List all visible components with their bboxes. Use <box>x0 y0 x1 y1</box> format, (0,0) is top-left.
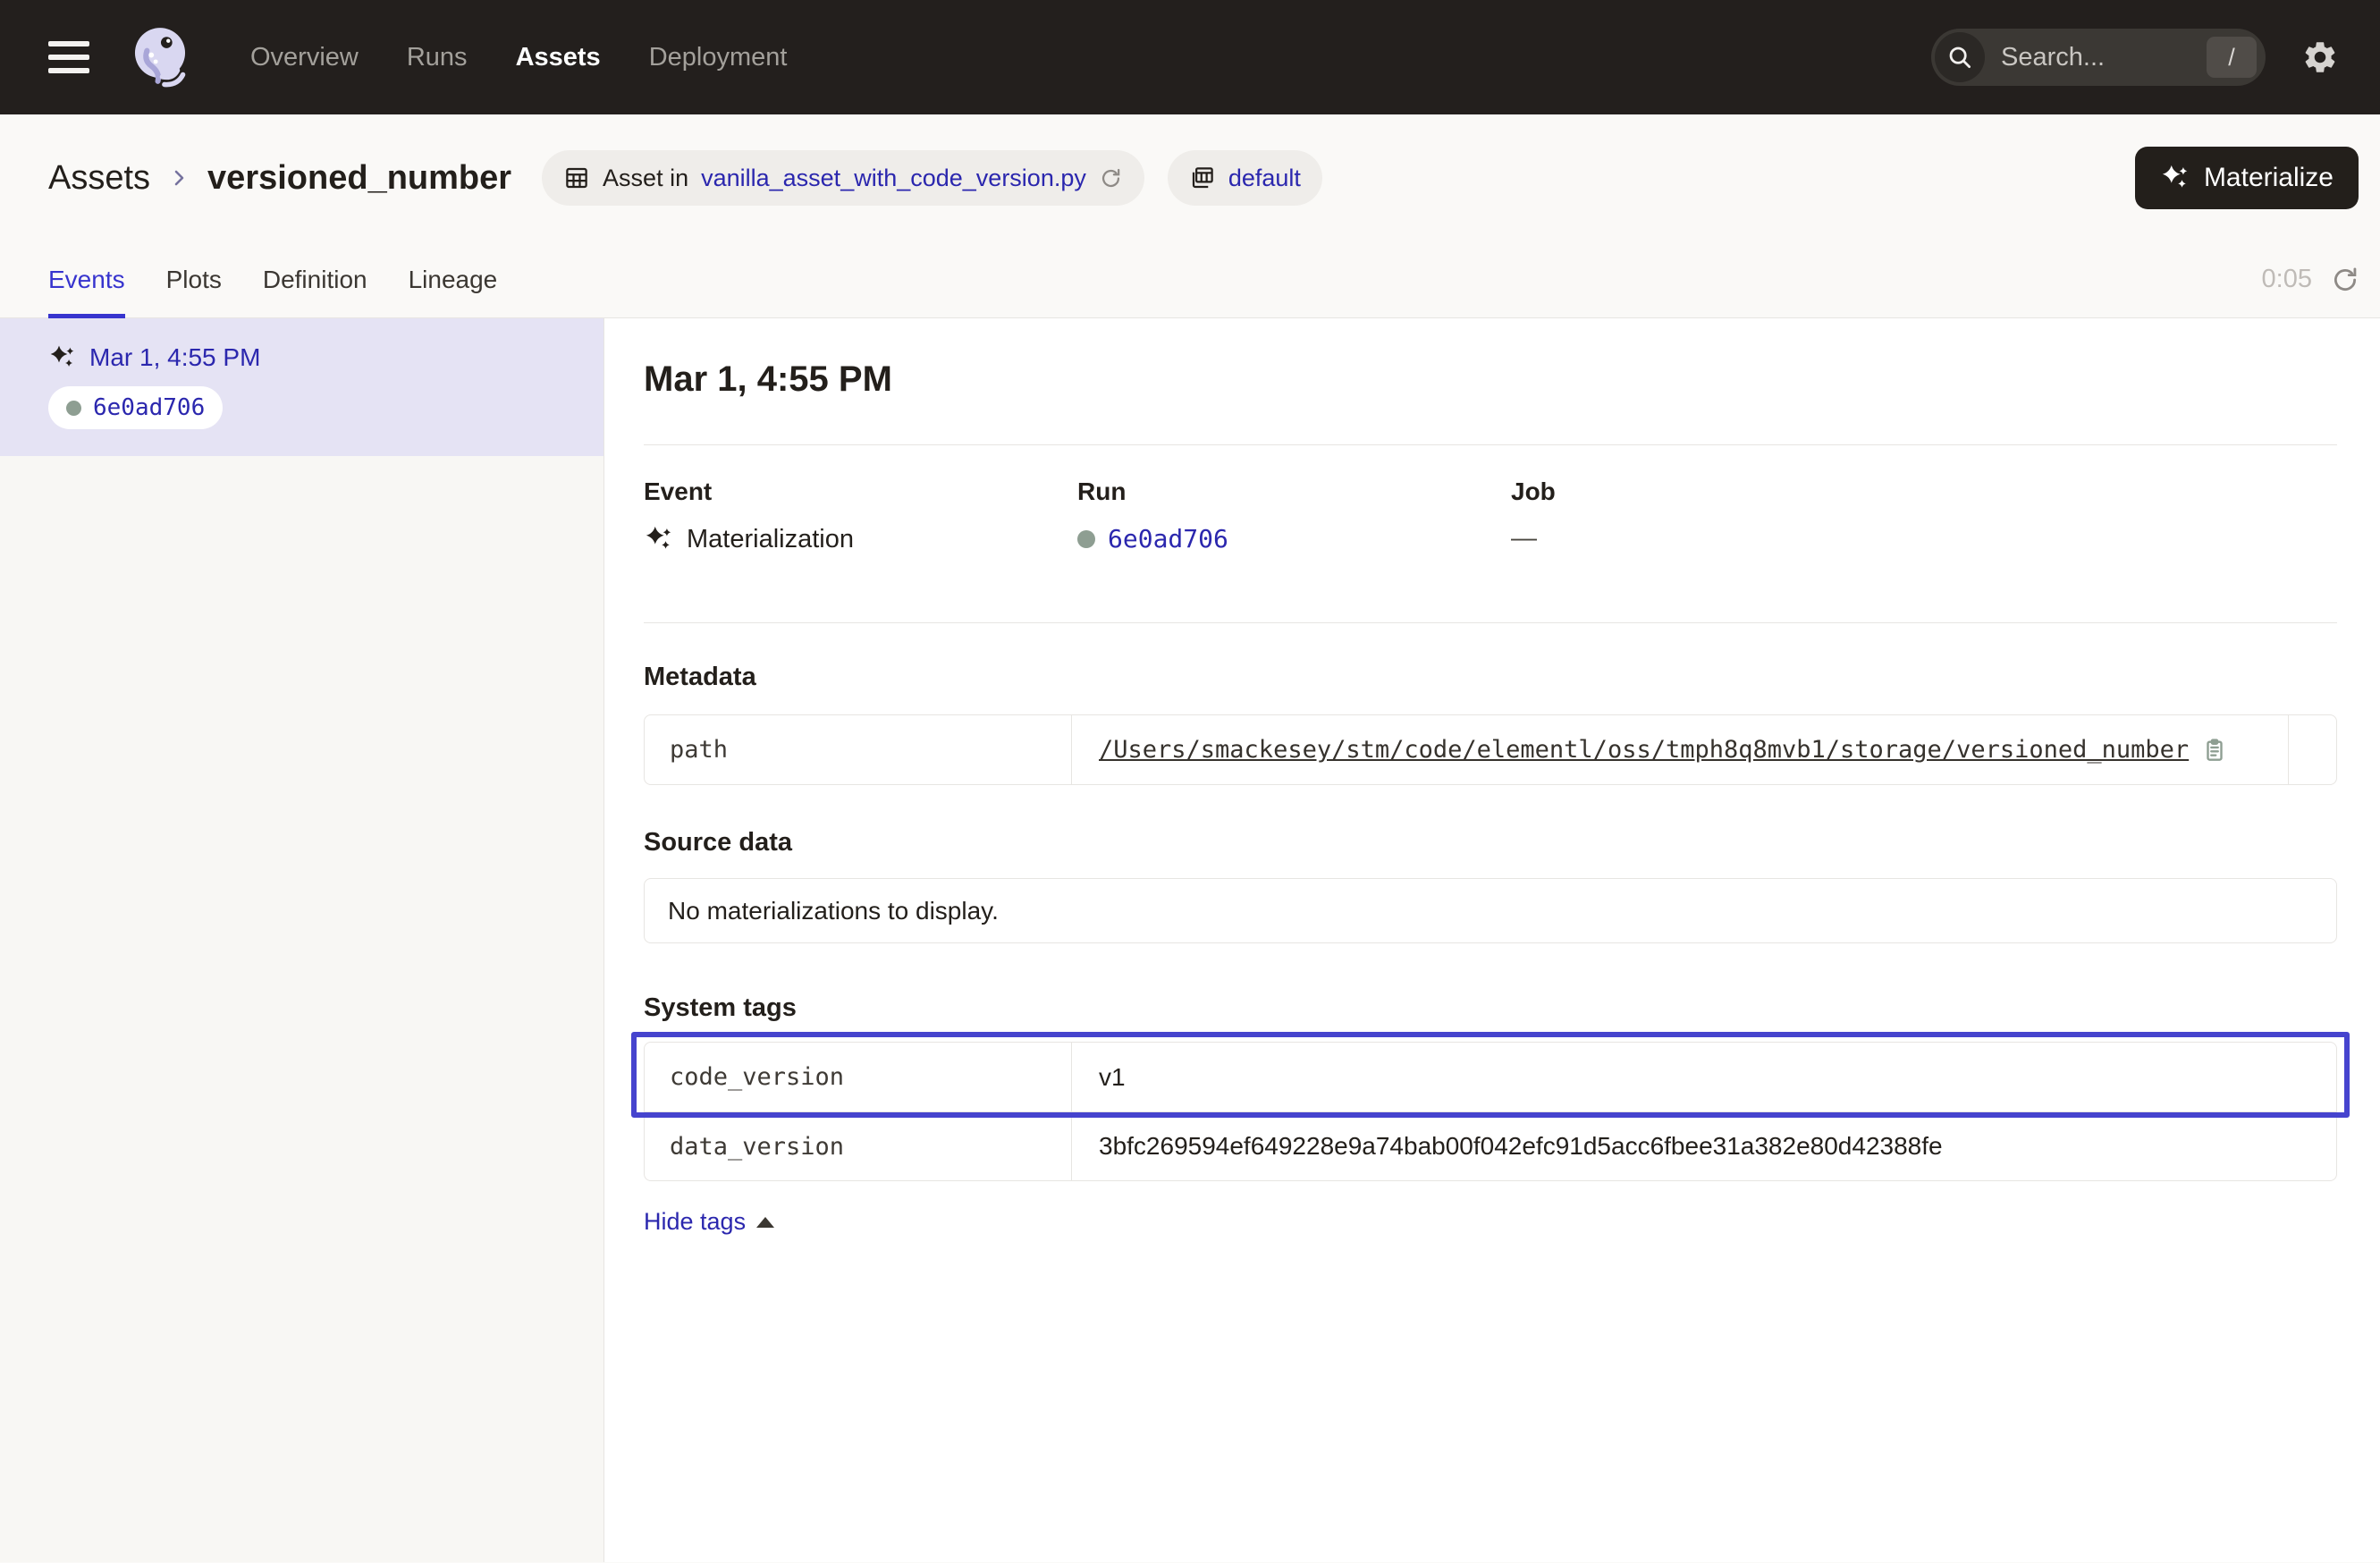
nav-item-overview[interactable]: Overview <box>250 43 359 72</box>
nav-item-assets[interactable]: Assets <box>516 43 601 72</box>
source-data-empty-message: No materializations to display. <box>668 897 999 925</box>
materialize-button-label: Materialize <box>2204 163 2334 193</box>
sparkle-icon <box>2160 163 2190 193</box>
search-icon <box>1935 32 1985 82</box>
top-nav: Overview Runs Assets Deployment / <box>0 0 2380 114</box>
job-column: Job — <box>1511 477 2337 554</box>
page-header: Assets versioned_number Asset in vanilla… <box>0 114 2380 241</box>
system-tag-value: v1 <box>1099 1063 1126 1092</box>
metadata-table: path /Users/smackesey/stm/code/elementl/… <box>644 714 2337 785</box>
event-timestamp-link[interactable]: Mar 1, 4:55 PM <box>89 343 260 372</box>
event-type-value: Materialization <box>687 525 854 554</box>
tab-definition[interactable]: Definition <box>263 241 367 317</box>
hide-tags-button[interactable]: Hide tags <box>644 1208 774 1236</box>
event-column: Event Materialization <box>644 477 1077 554</box>
tab-lineage[interactable]: Lineage <box>409 241 498 317</box>
hide-tags-label: Hide tags <box>644 1208 746 1236</box>
metadata-path-link[interactable]: /Users/smackesey/stm/code/elementl/oss/t… <box>1099 736 2189 764</box>
reload-code-location-icon[interactable] <box>1099 166 1123 190</box>
run-id-pill[interactable]: 6e0ad706 <box>48 386 223 429</box>
chevron-right-icon <box>168 167 190 189</box>
asset-origin-badge: Asset in vanilla_asset_with_code_version… <box>542 150 1144 206</box>
repository-link[interactable]: default <box>1228 165 1301 192</box>
system-tags-heading: System tags <box>644 993 2337 1023</box>
metadata-key: path <box>645 715 1072 784</box>
event-list-item-selected[interactable]: Mar 1, 4:55 PM 6e0ad706 <box>0 318 603 456</box>
nav-item-deployment[interactable]: Deployment <box>649 43 788 72</box>
run-status-dot <box>66 401 81 416</box>
job-empty-value: — <box>1511 524 1537 553</box>
asset-file-link[interactable]: vanilla_asset_with_code_version.py <box>701 165 1086 192</box>
event-column-label: Event <box>644 477 1077 506</box>
copy-icon[interactable] <box>2201 737 2228 764</box>
workspace-grid-icon <box>1189 165 1216 191</box>
divider <box>644 444 2337 445</box>
table-row-data-version: data_version 3bfc269594ef649228e9a74bab0… <box>645 1111 2336 1180</box>
settings-button[interactable] <box>2301 38 2339 76</box>
menu-icon[interactable] <box>48 41 89 73</box>
caret-up-icon <box>756 1217 774 1228</box>
nav-item-runs[interactable]: Runs <box>407 43 468 72</box>
system-tag-key: code_version <box>645 1043 1072 1111</box>
event-list-sidebar: Mar 1, 4:55 PM 6e0ad706 <box>0 318 604 1562</box>
run-id-link[interactable]: 6e0ad706 <box>1108 524 1228 553</box>
event-detail-panel: Mar 1, 4:55 PM Event Materialization <box>604 318 2380 1562</box>
breadcrumb-assets-link[interactable]: Assets <box>48 159 150 198</box>
page-title: versioned_number <box>207 159 511 198</box>
search-shortcut-badge: / <box>2207 37 2257 78</box>
repository-badge: default <box>1168 150 1322 206</box>
materialization-sparkle-icon <box>48 343 77 372</box>
tab-plots[interactable]: Plots <box>166 241 222 317</box>
source-data-heading: Source data <box>644 828 2337 858</box>
tab-events[interactable]: Events <box>48 241 125 317</box>
divider <box>644 622 2337 623</box>
run-id-label: 6e0ad706 <box>93 394 205 421</box>
run-column: Run 6e0ad706 <box>1077 477 1511 554</box>
system-tag-value: 3bfc269594ef649228e9a74bab00f042efc91d5a… <box>1099 1132 1943 1161</box>
primary-nav: Overview Runs Assets Deployment <box>250 43 787 72</box>
system-tags-table: code_version v1 data_version 3bfc269594e… <box>644 1042 2337 1181</box>
system-tag-key: data_version <box>645 1112 1072 1180</box>
search-input[interactable] <box>1985 43 2207 72</box>
metadata-action-cell <box>2288 715 2336 784</box>
dagster-logo-icon[interactable] <box>125 22 195 92</box>
table-row-code-version: code_version v1 <box>645 1043 2336 1111</box>
tab-bar: Events Plots Definition Lineage 0:05 <box>0 241 2380 318</box>
search-box[interactable]: / <box>1931 29 2266 86</box>
run-status-dot <box>1077 530 1095 548</box>
refresh-countdown: 0:05 <box>2262 265 2312 294</box>
job-column-label: Job <box>1511 477 2337 506</box>
source-data-empty-state: No materializations to display. <box>644 878 2337 943</box>
table-row: path /Users/smackesey/stm/code/elementl/… <box>645 715 2336 784</box>
asset-origin-prefix: Asset in <box>603 165 688 192</box>
event-summary-grid: Event Materialization Run 6 <box>644 477 2337 554</box>
run-column-label: Run <box>1077 477 1511 506</box>
materialize-button[interactable]: Materialize <box>2135 147 2359 209</box>
materialization-sparkle-icon <box>644 524 674 554</box>
breadcrumb: Assets versioned_number <box>48 159 511 198</box>
refresh-icon[interactable] <box>2330 265 2360 295</box>
event-title: Mar 1, 4:55 PM <box>644 359 2337 400</box>
table-icon <box>563 165 590 191</box>
metadata-heading: Metadata <box>644 663 2337 692</box>
